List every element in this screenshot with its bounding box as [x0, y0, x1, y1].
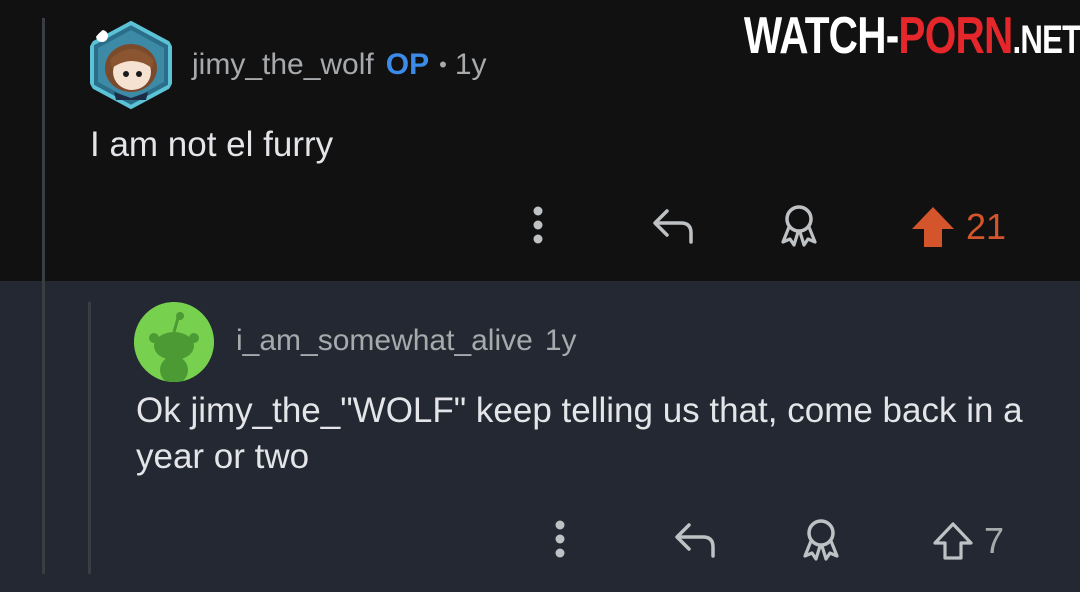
reply-arrow-icon	[675, 523, 715, 558]
op-badge: OP	[385, 48, 430, 81]
upvote-arrow-icon	[911, 207, 954, 247]
op-age: 1y	[454, 48, 487, 81]
reply-award-button[interactable]	[794, 512, 848, 566]
reply-arrow-icon	[653, 209, 693, 244]
op-comment-body: I am not el furry	[90, 125, 334, 164]
op-avatar[interactable]	[86, 20, 176, 110]
reply-upvote-button[interactable]: 7	[918, 514, 1018, 568]
watermark-part-3: .NET	[1012, 18, 1080, 62]
op-reply-button[interactable]	[648, 200, 698, 250]
more-options-icon	[555, 520, 565, 558]
reply-age: 1y	[544, 324, 577, 357]
separator-dot: •	[439, 52, 447, 77]
op-upvote-button[interactable]: 21	[898, 200, 1018, 254]
reply-author-row: i_am_somewhat_alive 1y	[236, 324, 577, 358]
op-vote-count: 21	[965, 206, 1007, 247]
op-username[interactable]: jimy_the_wolf	[192, 48, 374, 82]
reply-more-button[interactable]	[540, 514, 580, 564]
op-avatar-image	[90, 20, 172, 110]
reply-avatar[interactable]	[134, 302, 214, 382]
reply-username[interactable]: i_am_somewhat_alive	[236, 324, 533, 358]
op-award-button[interactable]	[772, 198, 826, 252]
award-icon	[781, 205, 817, 247]
op-more-button[interactable]	[518, 200, 558, 250]
watermark-part-2: PORN	[897, 7, 1013, 65]
op-author-row: jimy_the_wolf OP • 1y	[192, 48, 487, 82]
snoo-avatar-image	[134, 302, 214, 382]
thread-line-reply[interactable]	[88, 302, 91, 574]
award-icon	[803, 519, 839, 561]
more-options-icon	[533, 206, 543, 244]
reply-comment-body: Ok jimy_the_"WOLF" keep telling us that,…	[136, 391, 1023, 476]
watermark-logo: WATCH-PORN.NET	[743, 6, 1080, 66]
reply-vote-count: 7	[983, 520, 1005, 561]
upvote-arrow-icon	[933, 522, 973, 560]
reply-reply-button[interactable]	[670, 514, 720, 564]
thread-line-outer[interactable]	[42, 18, 45, 574]
watermark-part-1: WATCH-	[743, 7, 898, 65]
